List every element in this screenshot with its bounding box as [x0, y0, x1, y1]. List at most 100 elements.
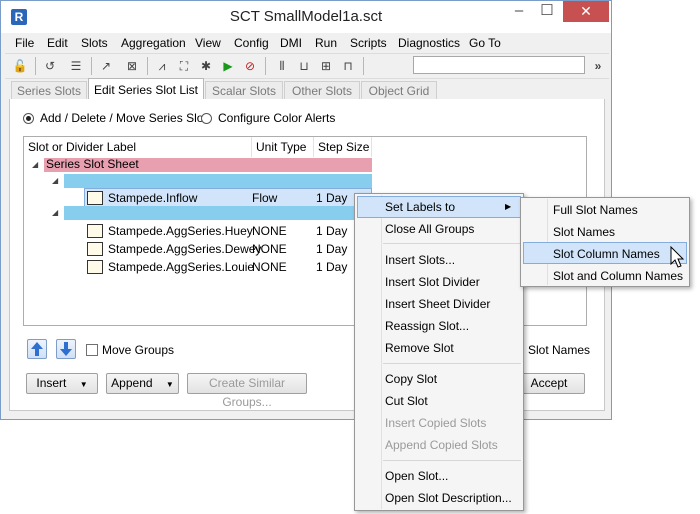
menu-item-copy-slot[interactable]: Copy Slot [385, 368, 437, 390]
lock-icon[interactable]: 🔓 [11, 57, 29, 75]
menu-item-open-slot-description[interactable]: Open Slot Description... [385, 487, 512, 509]
slot-label[interactable]: Stampede.AggSeries.Huey [108, 222, 253, 240]
sheet-divider-label: Series Slot Sheet [46, 157, 139, 171]
menu-separator [383, 460, 521, 461]
submenu-arrow-icon: ▶ [505, 202, 512, 211]
maximize-button[interactable]: ☐ [533, 1, 561, 22]
menu-item-open-slot[interactable]: Open Slot... [385, 465, 448, 487]
menu-item-cut-slot[interactable]: Cut Slot [385, 390, 428, 412]
collapse-arrow-icon[interactable]: ◢ [52, 205, 58, 221]
menu-item-insert-sheet-divider[interactable]: Insert Sheet Divider [385, 293, 490, 315]
submenu-item-full-slot-names[interactable]: Full Slot Names [553, 199, 638, 221]
tab-series-slots[interactable]: Series Slots [11, 81, 87, 99]
toolbar: 🔓 ↺ ☰ ↗ ⊠ ⩘ ⛶ ✱ ▶ ⊘ ⦀ ⊔ ⊞ ⊓ » [5, 53, 609, 79]
tab-object-grid[interactable]: Object Grid [361, 81, 437, 99]
menu-item-insert-copied-slots: Insert Copied Slots [385, 416, 487, 430]
menu-aggregation[interactable]: Aggregation [121, 35, 186, 51]
submenu-item-slot-names[interactable]: Slot Names [553, 221, 615, 243]
column-header-unit-type[interactable]: Unit Type [252, 137, 314, 157]
move-up-button[interactable] [27, 339, 47, 359]
menu-edit[interactable]: Edit [47, 35, 68, 51]
tab-edit-series-slot-list[interactable]: Edit Series Slot List [88, 78, 204, 100]
column-header-slot-label[interactable]: Slot or Divider Label [24, 137, 252, 157]
blank-tool-icon[interactable] [369, 57, 387, 75]
slot-label[interactable]: Stampede.AggSeries.Louie [108, 258, 254, 276]
move-groups-checkbox[interactable] [86, 344, 98, 356]
network-icon[interactable]: ⛶ [175, 57, 193, 75]
arrow-up-icon [31, 342, 43, 356]
slot-divider-row[interactable] [64, 174, 372, 188]
collapse-arrow-icon[interactable]: ◢ [32, 157, 38, 173]
tab-scalar-slots[interactable]: Scalar Slots [205, 81, 283, 99]
toolbar-overflow-icon[interactable]: » [589, 57, 607, 75]
menu-diagnostics[interactable]: Diagnostics [398, 35, 460, 51]
radio-add-delete-move-label[interactable]: Add / Delete / Move Series Slot [40, 109, 207, 127]
slot-label[interactable]: Stampede.AggSeries.Dewey [108, 240, 261, 258]
menu-item-set-labels-to[interactable]: Set Labels to [385, 196, 455, 218]
undo-icon[interactable]: ↺ [41, 57, 59, 75]
menu-go-to[interactable]: Go To [469, 35, 501, 51]
menu-scripts[interactable]: Scripts [350, 35, 387, 51]
tab-other-slots[interactable]: Other Slots [284, 81, 360, 99]
close-window-icon[interactable]: ⊠ [123, 57, 141, 75]
menu-config[interactable]: Config [234, 35, 269, 51]
slot-unit-type: Flow [252, 191, 278, 205]
open-window-icon[interactable]: ↗ [97, 57, 115, 75]
radio-add-delete-move[interactable] [23, 113, 34, 124]
move-down-button[interactable] [56, 339, 76, 359]
toolbar-separator [363, 57, 364, 75]
filter-icon[interactable]: ☰ [67, 57, 85, 75]
menu-item-remove-slot[interactable]: Remove Slot [385, 337, 454, 359]
series-slot-icon [87, 191, 103, 205]
expand-icon[interactable]: ⊔ [295, 57, 313, 75]
fit-icon[interactable]: ⊞ [317, 57, 335, 75]
submenu-item-slot-and-column-names[interactable]: Slot and Column Names [553, 265, 683, 287]
run-icon[interactable]: ▶ [219, 57, 237, 75]
context-menu: Set Labels to ▶ Close All Groups Insert … [354, 193, 524, 511]
menu-dmi[interactable]: DMI [280, 35, 302, 51]
menu-item-close-all-groups[interactable]: Close All Groups [385, 218, 474, 240]
menu-run[interactable]: Run [315, 35, 337, 51]
toolbar-field[interactable] [413, 56, 585, 74]
radio-configure-color-alerts[interactable] [201, 113, 212, 124]
menu-slots[interactable]: Slots [81, 35, 108, 51]
slot-unit-type: NONE [252, 242, 287, 256]
slot-divider-row[interactable] [64, 206, 372, 220]
minimize-button[interactable]: – [505, 1, 533, 22]
column-header-step-size[interactable]: Step Size [314, 137, 372, 157]
title-bar[interactable]: R SCT SmallModel1a.sct – ☐ ✕ [1, 1, 611, 33]
arrow-down-icon [60, 342, 72, 356]
plot-icon[interactable]: ⩘ [153, 57, 171, 75]
radio-configure-color-alerts-label[interactable]: Configure Color Alerts [218, 109, 335, 127]
append-button[interactable]: Append ▼ [106, 373, 179, 394]
slot-step-size: 1 Day [316, 260, 348, 274]
insert-button[interactable]: Insert ▼ [26, 373, 98, 394]
set-labels-submenu: Full Slot Names Slot Names Slot Column N… [520, 197, 690, 287]
menu-bar: File Edit Slots Aggregation View Config … [5, 33, 609, 53]
slot-names-label: Slot Names [528, 343, 591, 357]
series-slot-icon [87, 242, 103, 256]
menu-item-insert-slots[interactable]: Insert Slots... [385, 249, 455, 271]
stop-icon[interactable]: ⊘ [241, 57, 259, 75]
menu-item-reassign-slot[interactable]: Reassign Slot... [385, 315, 469, 337]
menu-view[interactable]: View [195, 35, 221, 51]
toolbar-separator [91, 57, 92, 75]
menu-item-append-copied-slots: Append Copied Slots [385, 438, 498, 452]
columns-icon[interactable]: ⦀ [273, 57, 291, 75]
menu-separator [383, 243, 521, 244]
collapse-arrow-icon[interactable]: ◢ [52, 173, 58, 189]
create-similar-groups-button[interactable]: Create Similar Groups... [187, 373, 307, 409]
runner-icon[interactable]: ✱ [197, 57, 215, 75]
menu-item-insert-slot-divider[interactable]: Insert Slot Divider [385, 271, 480, 293]
toolbar-separator [35, 57, 36, 75]
toolbar-separator [147, 57, 148, 75]
menu-file[interactable]: File [15, 35, 34, 51]
slot-step-size: 1 Day [316, 224, 348, 238]
submenu-item-slot-column-names[interactable]: Slot Column Names [553, 243, 660, 265]
dropdown-arrow-icon: ▼ [79, 380, 88, 389]
insert-button-label: Insert [36, 376, 67, 390]
collapse-icon[interactable]: ⊓ [339, 57, 357, 75]
move-groups-label[interactable]: Move Groups [102, 341, 174, 359]
close-button[interactable]: ✕ [563, 1, 609, 22]
slot-label[interactable]: Stampede.Inflow [108, 189, 197, 207]
